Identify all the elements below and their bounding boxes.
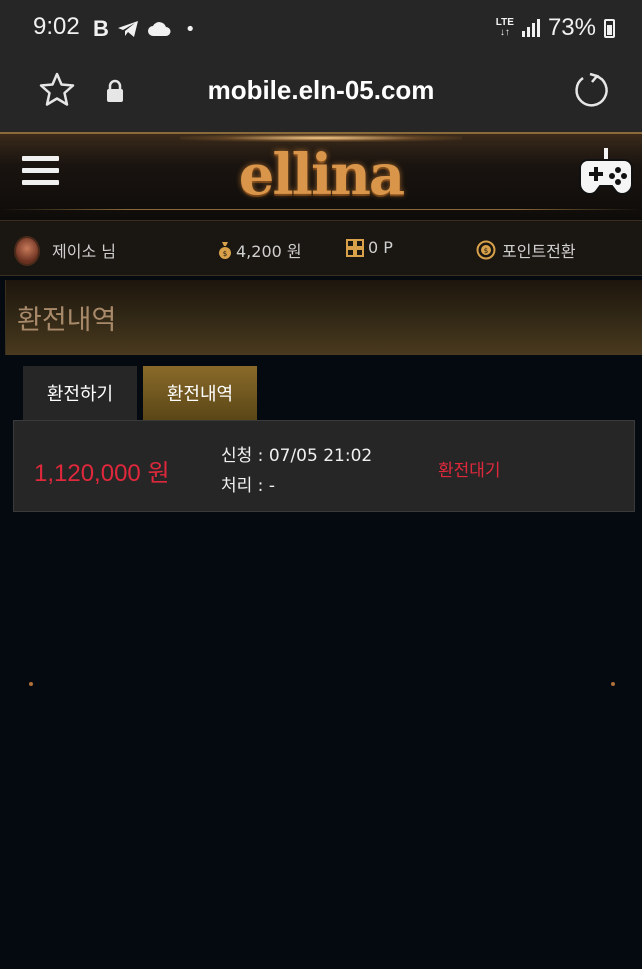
money-value: 4,200 원 bbox=[236, 242, 302, 261]
header-divider bbox=[0, 209, 642, 210]
point-convert-link[interactable]: $ 포인트전환 bbox=[476, 238, 576, 262]
status-badge: 환전대기 bbox=[438, 461, 501, 481]
notification-icons: B • bbox=[93, 16, 196, 42]
background-sparkle bbox=[611, 682, 615, 686]
user-info-bar: 제이소 님 $ 4,200 원 0 P $ 포인트전환 bbox=[0, 220, 642, 276]
money-balance: $ 4,200 원 bbox=[218, 238, 302, 262]
reload-icon[interactable] bbox=[572, 71, 610, 109]
status-time: 9:02 bbox=[33, 13, 80, 40]
signal-icon bbox=[521, 19, 540, 37]
point-grid-icon bbox=[346, 238, 364, 257]
browser-url-bar: mobile.eln-05.com bbox=[0, 55, 642, 132]
site-logo[interactable]: ellina bbox=[0, 142, 642, 208]
list-item: 1,120,000 원 신청 : 07/05 21:02 처리 : - 환전대기 bbox=[13, 420, 635, 512]
processed-time: 처리 : - bbox=[221, 476, 275, 496]
cloud-icon bbox=[147, 22, 171, 36]
battery-icon bbox=[604, 18, 615, 38]
site-header: ellina bbox=[0, 132, 642, 220]
dot-icon: • bbox=[184, 18, 196, 40]
page: 9:02 B • LTE ↓↑ 73% mobile.eln-05.com el… bbox=[0, 0, 642, 969]
user-name[interactable]: 제이소 님 bbox=[52, 238, 116, 262]
status-bar: 9:02 B • LTE ↓↑ 73% bbox=[0, 0, 642, 55]
b-app-icon: B bbox=[93, 16, 109, 41]
exchange-amount: 1,120,000 원 bbox=[34, 460, 170, 487]
gamepad-icon[interactable] bbox=[578, 146, 634, 198]
page-title: 환전내역 bbox=[17, 305, 117, 336]
avatar[interactable] bbox=[14, 236, 40, 266]
point-convert-label: 포인트전환 bbox=[502, 242, 576, 261]
page-title-band: 환전내역 bbox=[5, 280, 642, 355]
point-value: 0 P bbox=[368, 238, 393, 257]
coin-exchange-icon: $ bbox=[476, 240, 496, 260]
background-sparkle bbox=[29, 682, 33, 686]
request-time: 신청 : 07/05 21:02 bbox=[221, 446, 373, 466]
point-balance: 0 P bbox=[346, 238, 393, 257]
lte-icon: LTE ↓↑ bbox=[495, 17, 514, 38]
svg-text:$: $ bbox=[223, 250, 227, 258]
url-text[interactable]: mobile.eln-05.com bbox=[0, 75, 642, 106]
tab-exchange[interactable]: 환전하기 bbox=[23, 366, 137, 420]
header-glow bbox=[180, 134, 462, 142]
money-bag-icon: $ bbox=[219, 242, 231, 259]
telegram-icon bbox=[117, 21, 138, 37]
tab-exchange-history[interactable]: 환전내역 bbox=[143, 366, 257, 420]
tab-bar: 환전하기 환전내역 bbox=[23, 366, 257, 420]
status-right: LTE ↓↑ 73% bbox=[496, 14, 615, 42]
svg-text:$: $ bbox=[484, 247, 488, 255]
battery-percent: 73% bbox=[547, 14, 596, 41]
